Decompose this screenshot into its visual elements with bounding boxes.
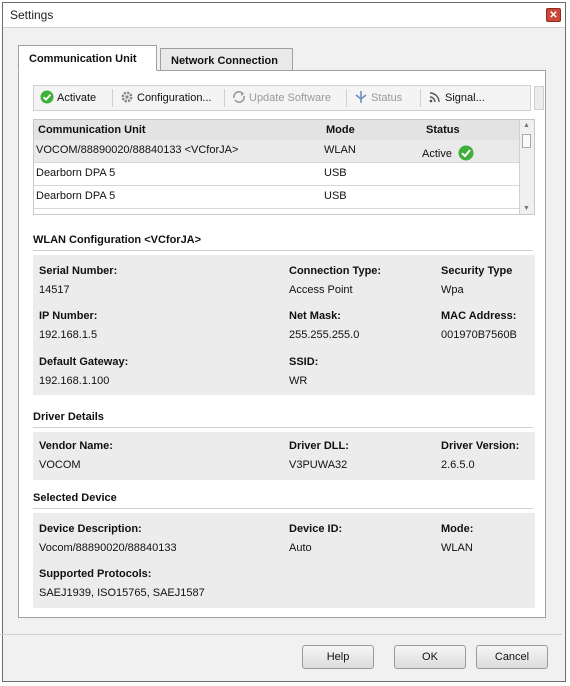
wlan-details: Serial Number: 14517 Connection Type: Ac… [33,255,535,395]
help-label: Help [326,651,350,663]
unit-name: VOCOM/88890020/88840133 <VCforJA> [36,144,239,156]
status-label: Status [371,92,403,104]
status-button[interactable]: Status [354,89,402,107]
vendor-label: Vendor Name: [39,440,113,452]
ssid-value: WR [289,375,308,387]
activate-label: Activate [57,92,97,104]
section-divider [33,508,533,509]
signal-label: Signal... [445,92,485,104]
close-icon: ✕ [549,10,558,21]
device-details: Device Description: Vocom/88890020/88840… [33,513,535,608]
table-row[interactable]: VOCOM/88890020/88840133 <VCforJA> WLAN A… [34,140,520,163]
driver-version-value: 2.6.5.0 [441,459,475,471]
update-software-label: Update Software [249,92,331,104]
device-description-value: Vocom/88890020/88840133 [39,542,177,554]
device-mode-value: WLAN [441,542,473,554]
driver-details: Vendor Name: VOCOM Driver DLL: V3PUWA32 … [33,432,535,480]
tab-label: Network Connection [171,55,278,67]
active-check-icon [458,145,474,161]
toolbar-separator [112,89,113,107]
cancel-label: Cancel [494,651,530,663]
cancel-button[interactable]: Cancel [476,645,548,669]
device-heading: Selected Device [33,492,117,504]
column-header-mode[interactable]: Mode [326,124,355,136]
gear-icon [121,91,133,103]
gateway-value: 192.168.1.100 [39,375,110,387]
window-title: Settings [10,8,54,22]
toolbar-separator [224,89,225,107]
unit-status: Active [422,145,474,161]
connection-type-label: Connection Type: [289,265,382,277]
driver-version-label: Driver Version: [441,440,520,452]
column-header-status[interactable]: Status [426,124,460,136]
unit-mode: USB [324,167,347,179]
serial-label: Serial Number: [39,265,118,277]
device-id-label: Device ID: [289,523,343,535]
toolbar-overflow[interactable] [534,86,544,110]
device-description-label: Device Description: [39,523,142,535]
mac-value: 001970B7560B [441,329,517,341]
section-divider [33,250,533,251]
unit-name: Dearborn DPA 5 [36,190,116,202]
tab-communication-unit[interactable]: Communication Unit [18,45,157,71]
section-divider [33,427,533,428]
driver-heading: Driver Details [33,411,104,423]
driver-dll-value: V3PUWA32 [289,459,348,471]
footer-divider [0,634,562,635]
ok-label: OK [422,651,438,663]
tab-label: Communication Unit [29,53,137,65]
communication-unit-table: Communication Unit Mode Status VOCOM/888… [33,119,535,215]
close-button[interactable]: ✕ [546,8,561,22]
toolbar-separator [346,89,347,107]
net-mask-label: Net Mask: [289,310,341,322]
update-icon [233,91,245,103]
device-mode-label: Mode: [441,523,474,535]
mac-label: MAC Address: [441,310,517,322]
status-icon [355,91,367,103]
driver-dll-label: Driver DLL: [289,440,349,452]
table-row[interactable]: Dearborn DPA 5 USB [34,186,520,209]
unit-mode: USB [324,190,347,202]
scroll-up-icon[interactable]: ▲ [523,122,530,129]
serial-value: 14517 [39,284,70,296]
table-scrollbar[interactable]: ▲ ▼ [519,120,534,214]
table-row[interactable]: Dearborn DPA 5 USB [34,163,520,186]
gateway-label: Default Gateway: [39,356,129,368]
ip-label: IP Number: [39,310,98,322]
ssid-label: SSID: [289,356,319,368]
security-type-label: Security Type [441,265,513,277]
configuration-button[interactable]: Configuration... [120,89,212,107]
communication-unit-panel: Activate Configuration... Update Softwar… [18,70,546,618]
scroll-down-icon[interactable]: ▼ [523,205,530,212]
net-mask-value: 255.255.255.0 [289,329,360,341]
protocols-value: SAEJ1939, ISO15765, SAEJ1587 [39,587,205,599]
status-text: Active [422,148,452,160]
table-header: Communication Unit Mode Status [34,120,520,140]
configuration-label: Configuration... [137,92,212,104]
wlan-heading: WLAN Configuration <VCforJA> [33,234,202,246]
ok-button[interactable]: OK [394,645,466,669]
column-header-unit[interactable]: Communication Unit [38,124,146,136]
scroll-thumb[interactable] [522,134,531,148]
connection-type-value: Access Point [289,284,353,296]
update-software-button[interactable]: Update Software [232,89,331,107]
vendor-value: VOCOM [39,459,81,471]
signal-icon [429,92,440,103]
tab-network-connection[interactable]: Network Connection [160,48,293,71]
security-type-value: Wpa [441,284,464,296]
unit-mode: WLAN [324,144,356,156]
help-button[interactable]: Help [302,645,374,669]
ip-value: 192.168.1.5 [39,329,98,341]
toolbar-separator [420,89,421,107]
check-circle-icon [40,90,54,104]
signal-button[interactable]: Signal... [428,89,485,107]
unit-name: Dearborn DPA 5 [36,167,116,179]
title-bar: Settings ✕ [3,3,565,28]
toolbar: Activate Configuration... Update Softwar… [33,85,544,111]
protocols-label: Supported Protocols: [39,568,152,580]
activate-button[interactable]: Activate [40,89,96,107]
device-id-value: Auto [289,542,312,554]
